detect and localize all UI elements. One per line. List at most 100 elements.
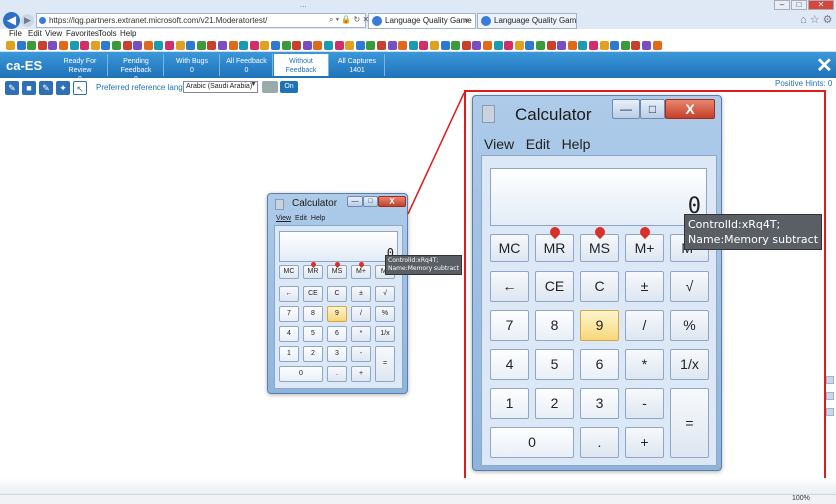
digit-key[interactable]: 6 [327, 326, 347, 342]
favorite-link-icon[interactable] [483, 41, 492, 50]
address-bar[interactable]: https://lqg.partners.extranet.microsoft.… [36, 13, 369, 28]
favorite-link-icon[interactable] [451, 41, 461, 50]
favorite-link-icon[interactable] [567, 41, 577, 50]
favorite-link-icon[interactable] [69, 41, 79, 50]
digit-key[interactable]: 4 [279, 326, 299, 342]
favorite-link-icon[interactable] [271, 41, 280, 50]
chevron-down-icon[interactable]: ▼ [250, 81, 257, 88]
decimal-key[interactable]: . [327, 366, 347, 382]
edit-icon[interactable]: ✎ [39, 81, 53, 95]
menu-help[interactable]: Help [120, 29, 136, 38]
menu-tools[interactable]: Tools [98, 29, 117, 38]
favorite-link-icon[interactable] [112, 41, 121, 50]
favorite-link-icon[interactable] [101, 41, 111, 50]
digit-key[interactable]: 7 [279, 306, 299, 322]
tab-pending-feedback[interactable]: Pending Feedback0 [109, 54, 164, 83]
operator-key[interactable]: + [625, 427, 664, 458]
favorite-link-icon[interactable] [398, 41, 408, 50]
favorite-link-icon[interactable] [16, 41, 26, 50]
memory-key[interactable]: MC [490, 234, 529, 262]
digit-key[interactable]: 1 [490, 388, 529, 419]
operator-key[interactable]: ← [279, 286, 299, 302]
favorite-link-icon[interactable] [504, 41, 514, 50]
tab-close-icon[interactable]: × [464, 16, 469, 25]
favorite-link-icon[interactable] [419, 41, 429, 50]
operator-key[interactable]: / [351, 306, 371, 322]
equals-key[interactable]: = [670, 388, 709, 458]
digit-key[interactable]: 9 [580, 310, 619, 341]
favorite-link-icon[interactable] [345, 41, 355, 50]
favorite-link-icon[interactable] [620, 41, 630, 50]
pencil-icon[interactable]: ✎ [5, 81, 19, 95]
arrow-right-icon[interactable] [262, 81, 278, 93]
favorite-link-icon[interactable] [48, 41, 58, 50]
favorite-link-icon[interactable] [6, 41, 15, 50]
operator-key[interactable]: - [351, 346, 371, 362]
operator-key[interactable]: √ [375, 286, 395, 302]
favorite-link-icon[interactable] [514, 41, 524, 50]
favorite-link-icon[interactable] [122, 41, 132, 50]
scroll-square-icon[interactable] [826, 408, 834, 416]
pointer-icon[interactable]: ↖ [73, 81, 87, 95]
favorite-link-icon[interactable] [324, 41, 333, 50]
equals-key[interactable]: = [375, 346, 395, 382]
favorite-link-icon[interactable] [302, 41, 312, 50]
tab-without-feedback[interactable]: Without Feedback1401 [274, 54, 329, 83]
favorite-link-icon[interactable] [186, 41, 196, 50]
operator-key[interactable]: - [625, 388, 664, 419]
on-button[interactable]: On [280, 81, 298, 93]
digit-key[interactable]: 2 [535, 388, 574, 419]
favorite-link-icon[interactable] [589, 41, 598, 50]
favorite-link-icon[interactable] [557, 41, 567, 50]
operator-key[interactable]: % [375, 306, 395, 322]
operator-key[interactable]: % [670, 310, 709, 341]
calc-menu-view[interactable]: View [484, 136, 514, 152]
favorite-link-icon[interactable] [218, 41, 227, 50]
forward-icon[interactable]: ▶ [21, 14, 34, 27]
menu-edit[interactable]: Edit [28, 29, 42, 38]
favorite-link-icon[interactable] [228, 41, 238, 50]
favorite-link-icon[interactable] [536, 41, 545, 50]
favorite-link-icon[interactable] [292, 41, 302, 50]
menu-favorites[interactable]: Favorites [66, 29, 99, 38]
calc-menu-help[interactable]: Help [562, 136, 591, 152]
tab-ready-for-review[interactable]: Ready For Review0 [53, 54, 108, 83]
square-icon[interactable]: ■ [22, 81, 36, 95]
favorite-link-icon[interactable] [143, 41, 153, 50]
calc-close-button[interactable]: X [378, 196, 406, 207]
operator-key[interactable]: C [580, 271, 619, 302]
favorite-link-icon[interactable] [472, 41, 482, 50]
minimize-button[interactable]: – [774, 0, 790, 10]
favorite-link-icon[interactable] [334, 41, 344, 50]
browser-tab-active[interactable]: Language Quality Game [368, 13, 476, 29]
memory-key[interactable]: MC [279, 265, 299, 279]
back-icon[interactable]: ◀ [3, 12, 20, 29]
favorite-link-icon[interactable] [239, 41, 249, 50]
digit-key[interactable]: 1 [279, 346, 299, 362]
favorite-link-icon[interactable] [313, 41, 323, 50]
operator-key[interactable]: ± [351, 286, 371, 302]
favorite-link-icon[interactable] [37, 41, 47, 50]
digit-key[interactable]: 5 [303, 326, 323, 342]
close-button[interactable]: ✕ [808, 0, 834, 10]
digit-key[interactable]: 2 [303, 346, 323, 362]
favorite-link-icon[interactable] [599, 41, 609, 50]
favorite-link-icon[interactable] [154, 41, 164, 50]
favorite-link-icon[interactable] [430, 41, 439, 50]
digit-key[interactable]: 9 [327, 306, 347, 322]
digit-key[interactable]: 8 [535, 310, 574, 341]
calc-minimize-button[interactable]: — [612, 99, 640, 119]
tab-all-feedback[interactable]: All Feedback 0 [221, 54, 273, 76]
scroll-square-icon[interactable] [826, 376, 834, 384]
calc-menu-help[interactable]: Help [311, 215, 325, 222]
operator-key[interactable]: √ [670, 271, 709, 302]
home-star-gear-icons[interactable]: ⌂ ☆ ⚙ [800, 13, 832, 26]
favorite-link-icon[interactable] [249, 41, 259, 50]
favorite-link-icon[interactable] [610, 41, 620, 50]
reference-language-select[interactable]: Arabic (Saudi Arabia) [183, 81, 258, 93]
digit-key[interactable]: 7 [490, 310, 529, 341]
favorite-link-icon[interactable] [408, 41, 418, 50]
operator-key[interactable]: CE [303, 286, 323, 302]
favorite-link-icon[interactable] [281, 41, 291, 50]
menu-file[interactable]: File [9, 29, 22, 38]
